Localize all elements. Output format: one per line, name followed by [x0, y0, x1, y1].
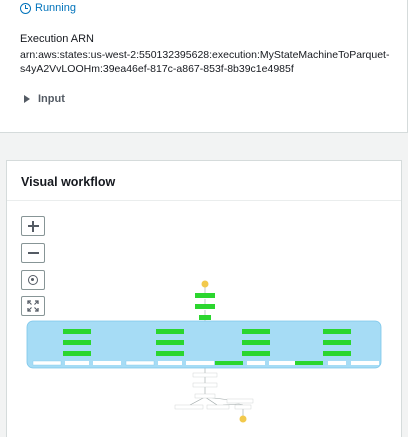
state-node [234, 404, 252, 410]
state-node [192, 372, 218, 378]
state-node [125, 360, 155, 366]
state-node [156, 340, 184, 345]
input-label: Input [38, 93, 65, 105]
state-node [156, 351, 184, 356]
state-node [32, 360, 62, 366]
state-node [328, 361, 346, 365]
state-node [192, 382, 218, 388]
state-node [199, 315, 211, 320]
state-node [158, 361, 182, 365]
input-expander[interactable]: Input [24, 93, 65, 105]
execution-summary-panel: Running Execution ARN arn:aws:states:us-… [0, 0, 408, 133]
status-info-icon [20, 2, 31, 14]
state-node [269, 361, 295, 365]
execution-status: Running [20, 2, 76, 14]
state-node [226, 398, 254, 404]
state-node [195, 304, 215, 309]
state-node [93, 361, 121, 365]
end-node [239, 415, 247, 423]
state-node [186, 361, 214, 365]
state-node [323, 340, 351, 345]
state-node [242, 329, 270, 334]
execution-arn-value: arn:aws:states:us-west-2:550132395628:ex… [20, 49, 390, 75]
state-node [242, 351, 270, 356]
execution-arn-label: Execution ARN [20, 33, 94, 45]
state-node [206, 404, 230, 410]
state-node [65, 361, 89, 365]
state-node [63, 340, 91, 345]
state-node [295, 361, 323, 365]
visual-workflow-panel: Visual workflow [6, 160, 402, 437]
state-node [156, 329, 184, 334]
state-node [63, 329, 91, 334]
status-text: Running [35, 2, 76, 14]
state-node [323, 351, 351, 356]
start-node [201, 280, 209, 288]
state-node [247, 361, 265, 365]
state-node [215, 361, 243, 365]
state-node [63, 351, 91, 356]
state-node [323, 329, 351, 334]
caret-right-icon [24, 95, 30, 103]
state-node [194, 393, 216, 399]
state-node [351, 361, 379, 365]
state-node [242, 340, 270, 345]
state-node [174, 404, 204, 410]
state-node [195, 293, 215, 298]
state-machine-graph [26, 280, 382, 423]
